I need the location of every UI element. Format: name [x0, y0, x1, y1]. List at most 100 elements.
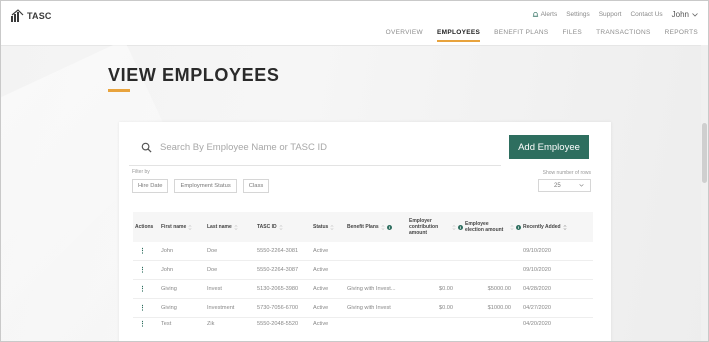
header-recently-added[interactable]: Recently Added: [521, 224, 593, 230]
chevron-down-icon: [579, 184, 584, 187]
cell-employee-election: $5000.00: [487, 286, 511, 292]
cell-benefit-plans: Giving with Invest: [347, 305, 391, 311]
sort-icon: [452, 224, 456, 230]
table-row: ⋮ Giving Investment 5730-7056-6700 Activ…: [133, 299, 593, 318]
page-title: VIEW EMPLOYEES: [108, 65, 280, 85]
utility-nav: Alerts Settings Support Contact Us John: [532, 10, 698, 19]
filter-class[interactable]: Class: [242, 179, 270, 193]
tab-reports[interactable]: REPORTS: [665, 29, 698, 40]
more-vertical-icon[interactable]: ⋮: [133, 320, 159, 328]
cell-first-name[interactable]: John: [159, 267, 205, 273]
cell-benefit-plans: Giving with Invest...: [347, 286, 396, 292]
cell-last-name[interactable]: Doe: [205, 267, 255, 273]
cell-tasc-id: 5550-2264-3087: [257, 267, 299, 273]
employees-card: Add Employee Filter by Hire Date Employm…: [119, 122, 611, 341]
tab-benefit-plans[interactable]: BENEFIT PLANS: [494, 29, 548, 40]
add-employee-button[interactable]: Add Employee: [509, 135, 589, 159]
cell-first-name[interactable]: Test: [159, 321, 205, 327]
cell-last-name[interactable]: Doe: [205, 248, 255, 254]
cell-status: Active: [313, 248, 329, 254]
sort-icon: [188, 224, 192, 230]
cell-recently-added: 09/10/2020: [523, 248, 551, 254]
header-recently-added-label: Recently Added: [523, 223, 561, 230]
rows-per-page-label: Show number of rows: [542, 170, 591, 176]
sort-icon: [381, 224, 385, 230]
tab-overview[interactable]: OVERVIEW: [386, 29, 423, 40]
user-menu[interactable]: John: [672, 10, 698, 19]
scrollbar-thumb[interactable]: [702, 123, 707, 183]
header-actions: Actions: [133, 224, 159, 230]
filter-employment-status[interactable]: Employment Status: [174, 179, 237, 193]
tab-employees[interactable]: EMPLOYEES: [436, 29, 481, 42]
cell-status: Active: [313, 267, 329, 273]
search-divider: [129, 165, 501, 166]
cell-last-name[interactable]: Investment: [205, 305, 255, 311]
more-vertical-icon[interactable]: ⋮: [133, 247, 159, 255]
support-link[interactable]: Support: [599, 11, 622, 18]
cell-status: Active: [313, 321, 329, 327]
header-first-name[interactable]: First name: [159, 224, 205, 230]
table-row: ⋮ John Doe 5550-2264-3087 Active 09/10/2…: [133, 261, 593, 280]
header-employer-contribution[interactable]: Employer contribution amount: [407, 218, 463, 237]
header-benefit-plans-label: Benefit Plans: [347, 223, 379, 230]
more-vertical-icon[interactable]: ⋮: [133, 266, 159, 274]
cell-recently-added: 04/20/2020: [523, 321, 551, 327]
cell-employer-contribution: $0.00: [439, 305, 453, 311]
header-tasc-id-label: TASC ID: [257, 223, 277, 230]
table-row: ⋮ John Doe 5550-2264-3081 Active 09/10/2…: [133, 242, 593, 261]
app-window: TASC Alerts Settings Support Contact Us …: [0, 0, 709, 342]
cell-recently-added: 09/10/2020: [523, 267, 551, 273]
more-vertical-icon[interactable]: ⋮: [133, 304, 159, 312]
header-actions-label: Actions: [135, 223, 154, 230]
main-nav: OVERVIEW EMPLOYEES BENEFIT PLANS FILES T…: [386, 29, 698, 42]
employees-table: Actions First name Last name TASC ID Sta…: [133, 212, 593, 330]
cell-recently-added: 04/28/2020: [523, 286, 551, 292]
header-first-name-label: First name: [161, 223, 187, 230]
info-icon[interactable]: [386, 224, 392, 230]
cell-employer-contribution: $0.00: [439, 286, 453, 292]
rows-per-page-value: 25: [554, 182, 561, 189]
header-tasc-id[interactable]: TASC ID: [255, 224, 311, 230]
bell-icon: [532, 12, 538, 17]
header-status-label: Status: [313, 223, 329, 230]
tasc-logo-icon: [11, 9, 24, 22]
cell-status: Active: [313, 305, 329, 311]
filter-hire-date[interactable]: Hire Date: [132, 179, 169, 193]
table-row: ⋮ Test Zik 5550-2048-5520 Active 04/20/2…: [133, 318, 593, 330]
search-input[interactable]: [160, 142, 380, 153]
more-vertical-icon[interactable]: ⋮: [133, 285, 159, 293]
settings-link[interactable]: Settings: [566, 11, 590, 18]
sort-icon: [510, 224, 514, 230]
sort-icon: [279, 224, 283, 230]
sort-icon: [330, 224, 334, 230]
search-icon[interactable]: [141, 142, 152, 153]
header-employer-contribution-label: Employer contribution amount: [409, 217, 439, 237]
tab-transactions[interactable]: TRANSACTIONS: [596, 29, 651, 40]
user-name: John: [671, 10, 689, 19]
sort-icon: [563, 224, 567, 230]
cell-last-name[interactable]: Zik: [205, 321, 255, 327]
header-employee-election[interactable]: Employee election amount: [463, 221, 521, 234]
rows-per-page-select[interactable]: 25: [538, 179, 591, 192]
tab-files[interactable]: FILES: [563, 29, 583, 40]
header-status[interactable]: Status: [311, 224, 345, 230]
cell-recently-added: 04/27/2020: [523, 305, 551, 311]
cell-tasc-id: 5130-2065-3980: [257, 286, 299, 292]
cell-first-name[interactable]: John: [159, 248, 205, 254]
filter-label: Filter by: [132, 169, 150, 175]
alerts-link[interactable]: Alerts: [532, 11, 558, 18]
logo-text: TASC: [27, 11, 52, 21]
chevron-down-icon: [692, 12, 698, 17]
contact-link[interactable]: Contact Us: [630, 11, 662, 18]
header-last-name-label: Last name: [207, 223, 232, 230]
header-benefit-plans[interactable]: Benefit Plans: [345, 224, 407, 230]
page-scrollbar[interactable]: [701, 45, 708, 341]
cell-first-name[interactable]: Giving: [159, 286, 205, 292]
tasc-logo[interactable]: TASC: [10, 9, 52, 23]
alerts-label: Alerts: [540, 11, 558, 18]
cell-last-name[interactable]: Invest: [205, 286, 255, 292]
cell-first-name[interactable]: Giving: [159, 305, 205, 311]
table-row: ⋮ Giving Invest 5130-2065-3980 Active Gi…: [133, 280, 593, 299]
header-last-name[interactable]: Last name: [205, 224, 255, 230]
cell-status: Active: [313, 286, 329, 292]
